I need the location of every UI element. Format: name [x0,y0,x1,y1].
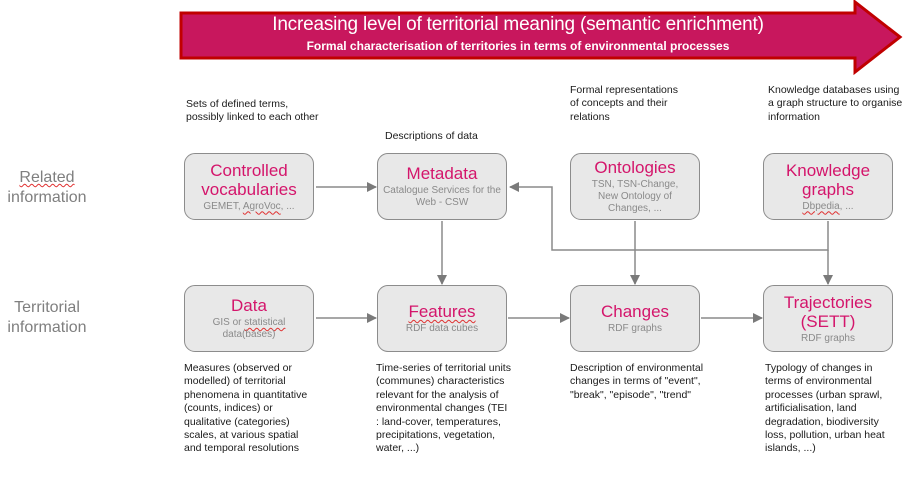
row-label-related-line1: Related [19,169,75,186]
node-trajectories[interactable]: Trajectories (SETT) RDF graphs [763,285,893,352]
node-subtitle: Catalogue Services for the Web - CSW [383,185,501,208]
description-trajectories: Typology of changes in terms of environm… [765,362,885,455]
node-title: Changes [600,302,670,321]
description-changes: Description of environmental changes in … [570,362,704,401]
node-title: Data [231,296,267,315]
node-title: (SETT) [800,311,856,331]
description-features: Time-series of territorial units (commun… [376,362,511,455]
node-controlled-vocabularies[interactable]: Controlled vocabularies GEMET, AgroVoc, … [184,153,314,220]
node-title: graphs [802,179,854,199]
row-label-territorial-line2: information [7,319,87,336]
row-label-territorial-line1: Territorial [14,299,80,316]
node-features[interactable]: Features RDF data cubes [377,285,507,352]
description-data: Measures (observed or modelled) of terri… [184,362,308,455]
node-subtitle: RDF graphs [801,332,855,344]
node-title: Ontologies [594,158,676,177]
node-subtitle: RDF graphs [608,323,662,334]
node-title: Knowledge [785,160,871,180]
node-title: Controlled [210,160,288,180]
node-subtitle: Dbpedia, ... [802,200,854,212]
node-title: Metadata [406,164,478,183]
description-controlled-vocabularies: Sets of defined terms, possibly linked t… [186,98,319,124]
row-label-related-line2: information [7,189,87,206]
node-subtitle: TSN, TSN-Change, New Ontology of Changes… [591,179,679,214]
description-ontologies: Formal representations of concepts and t… [570,84,678,123]
node-subtitle: GEMET, AgroVoc, ... [203,200,295,212]
node-metadata[interactable]: Metadata Catalogue Services for the Web … [377,153,507,220]
node-title: vocabularies [201,179,297,199]
node-subtitle: GIS or statistical data(bases) [212,317,286,340]
node-subtitle: RDF data cubes [405,323,479,334]
node-changes[interactable]: Changes RDF graphs [570,285,700,352]
description-knowledge-graphs: Knowledge databases using a graph struct… [768,84,903,123]
node-title: Trajectories [783,292,873,312]
description-metadata: Descriptions of data [385,130,478,142]
row-label-territorial: Territorial information [0,298,107,338]
node-ontologies[interactable]: Ontologies TSN, TSN-Change, New Ontology… [570,153,700,220]
node-knowledge-graphs[interactable]: Knowledge graphs Dbpedia, ... [763,153,893,220]
node-data[interactable]: Data GIS or statistical data(bases) [184,285,314,352]
node-title: Features [408,302,476,321]
row-label-related: Related information [0,168,107,208]
